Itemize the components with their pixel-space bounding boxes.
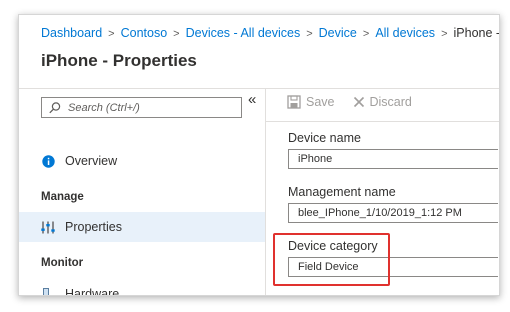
breadcrumb-separator: >	[306, 28, 313, 40]
breadcrumb-device[interactable]: Device	[319, 26, 357, 40]
sidebar-item-properties[interactable]: Properties	[19, 212, 265, 242]
breadcrumb-devices-all-devices[interactable]: Devices - All devices	[186, 26, 301, 40]
breadcrumb-separator: >	[108, 28, 115, 40]
section-manage: Manage	[41, 191, 84, 203]
info-icon	[41, 154, 55, 168]
section-monitor: Monitor	[41, 257, 84, 269]
close-icon	[353, 96, 364, 108]
management-name-label: Management name	[288, 185, 396, 199]
hardware-icon	[41, 287, 55, 295]
save-label: Save	[306, 95, 335, 109]
page-title: iPhone - Properties	[41, 51, 197, 70]
device-name-field[interactable]	[288, 149, 498, 169]
sidebar-item-label: Hardware	[65, 287, 120, 296]
sidebar: « Overview Manage	[19, 89, 266, 295]
toolbar: Save Discard	[287, 95, 430, 109]
breadcrumb-separator: >	[173, 28, 180, 40]
properties-window: Dashboard > Contoso > Devices - All devices >…	[18, 14, 500, 296]
discard-label: Discard	[369, 95, 412, 109]
highlight-box	[273, 233, 390, 286]
sidebar-item-overview[interactable]: Overview	[19, 146, 265, 176]
breadcrumb-current: iPhone -	[453, 26, 500, 40]
management-name-field[interactable]	[288, 203, 498, 223]
discard-button[interactable]: Discard	[353, 95, 412, 109]
breadcrumb: Dashboard > Contoso > Devices - All devices >…	[41, 26, 500, 40]
sidebar-item-hardware[interactable]: Hardware	[19, 279, 265, 296]
collapse-sidebar-icon[interactable]: «	[248, 91, 256, 108]
breadcrumb-dashboard[interactable]: Dashboard	[41, 26, 102, 40]
sidebar-item-label: Properties	[65, 220, 122, 234]
properties-icon	[41, 220, 55, 234]
search-input[interactable]	[66, 100, 230, 115]
breadcrumb-all-devices[interactable]: All devices	[375, 26, 435, 40]
breadcrumb-separator: >	[441, 28, 448, 40]
breadcrumb-separator: >	[362, 28, 370, 40]
breadcrumb-contoso[interactable]: Contoso	[121, 26, 168, 40]
search-icon	[49, 101, 61, 113]
save-button[interactable]: Save	[287, 95, 335, 109]
sidebar-search[interactable]	[41, 97, 242, 118]
sidebar-item-label: Overview	[65, 154, 118, 168]
device-name-label: Device name	[288, 131, 361, 145]
save-icon	[287, 95, 301, 109]
toolbar-divider	[266, 121, 499, 122]
